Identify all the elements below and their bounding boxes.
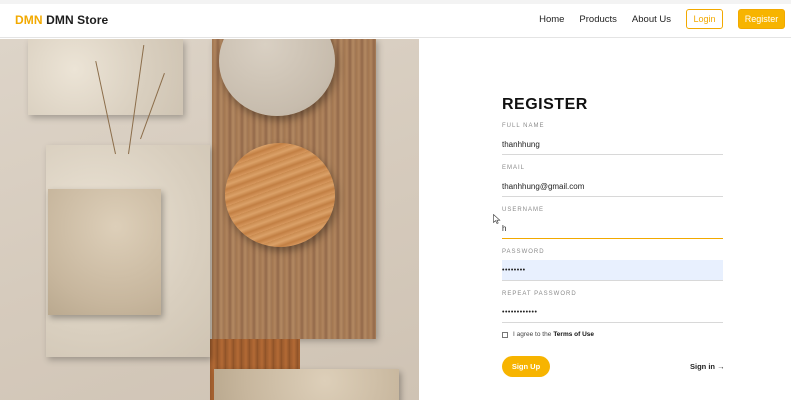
stone-tile-bottom [214, 369, 399, 400]
nav-link-products[interactable]: Products [579, 14, 617, 25]
stone-tile-small [48, 189, 161, 315]
sign-up-button[interactable]: Sign Up [502, 356, 550, 377]
mouse-pointer-icon [493, 214, 501, 224]
terms-prefix: I agree to the [513, 331, 552, 338]
username-input[interactable] [502, 218, 723, 239]
register-button[interactable]: Register [738, 9, 785, 29]
password-input[interactable] [502, 260, 723, 281]
nav-links: Home Products About Us Login Register [539, 0, 791, 38]
terms-checkbox[interactable] [502, 331, 508, 338]
username-field: USERNAME [502, 207, 723, 249]
repeat-password-input[interactable] [502, 302, 723, 323]
hero-image [0, 39, 419, 400]
brand-accent: DMN [15, 13, 43, 27]
register-form: REGISTER FULL NAME EMAIL USERNAME PASSWO… [502, 96, 723, 333]
full-name-input[interactable] [502, 134, 723, 155]
email-field: EMAIL [502, 165, 723, 207]
brand-logo[interactable]: DMN DMN Store [15, 13, 108, 27]
nav-link-home[interactable]: Home [539, 14, 564, 25]
password-label: PASSWORD [502, 249, 545, 255]
password-field: PASSWORD [502, 249, 723, 291]
full-name-field: FULL NAME [502, 123, 723, 165]
top-navbar: DMN DMN Store Home Products About Us Log… [0, 0, 791, 38]
terms-row: I agree to the Terms of Use [502, 331, 594, 338]
full-name-label: FULL NAME [502, 123, 545, 129]
username-label: USERNAME [502, 207, 545, 213]
terms-link[interactable]: Terms of Use [553, 331, 594, 338]
brand-name: DMN Store [46, 13, 109, 27]
repeat-password-field: REPEAT PASSWORD [502, 291, 723, 333]
email-label: EMAIL [502, 165, 526, 171]
form-title: REGISTER [502, 96, 588, 113]
wood-disc [225, 143, 335, 247]
email-input[interactable] [502, 176, 723, 197]
sign-in-link[interactable]: Sign in → [690, 362, 725, 371]
repeat-password-label: REPEAT PASSWORD [502, 291, 577, 297]
login-button[interactable]: Login [686, 9, 723, 29]
nav-link-about-us[interactable]: About Us [632, 14, 671, 25]
